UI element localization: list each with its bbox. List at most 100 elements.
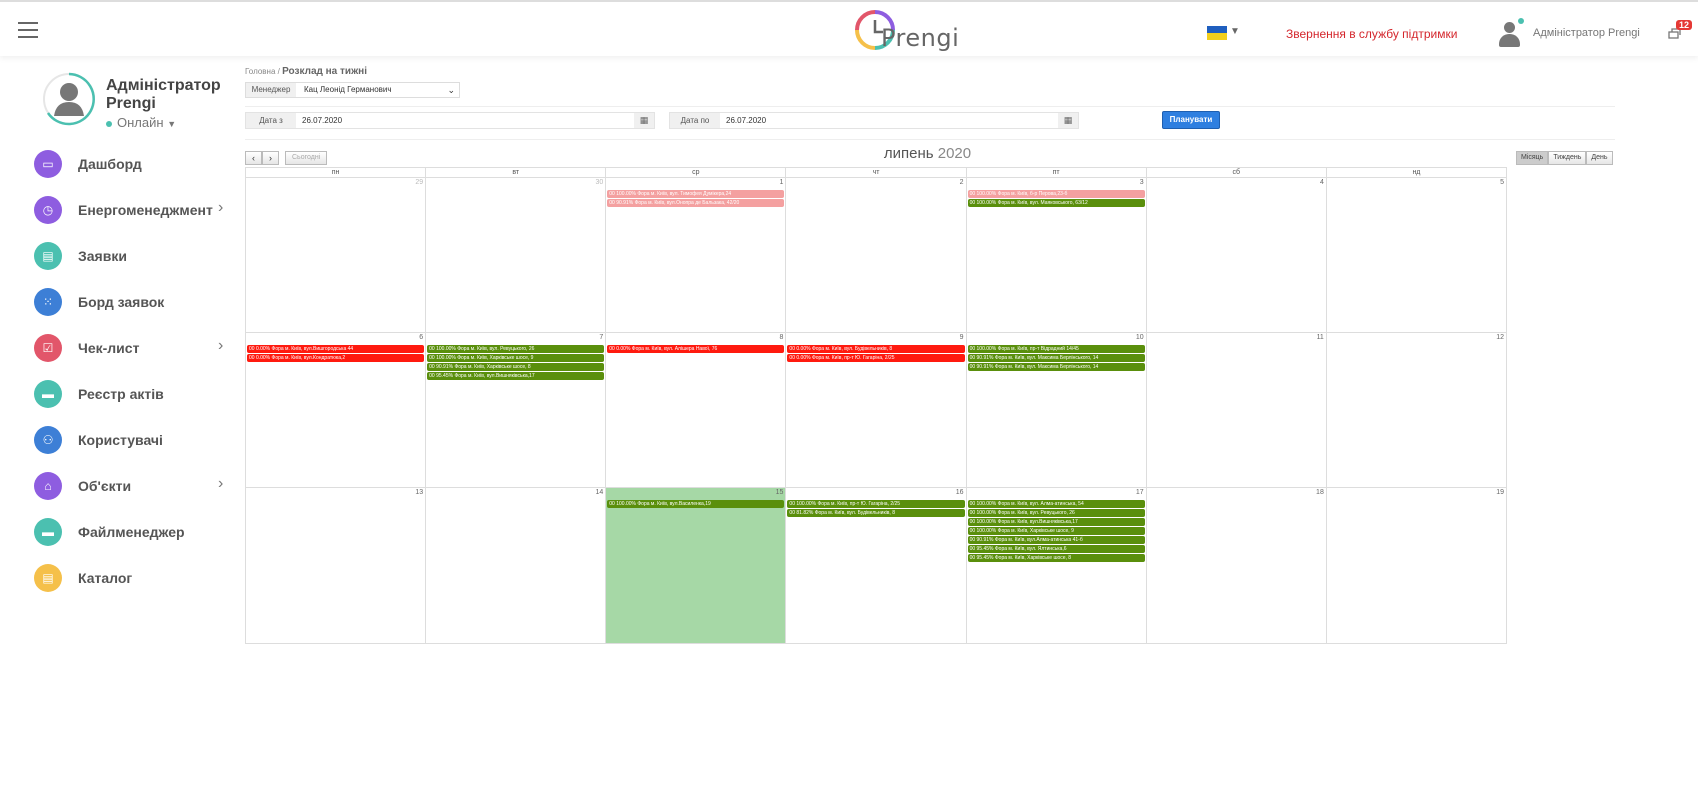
calendar-day[interactable]: 4: [1147, 178, 1327, 332]
calendar-day[interactable]: 13: [246, 488, 427, 643]
calendar-day[interactable]: 30: [426, 178, 607, 332]
chevron-right-icon[interactable]: ›: [218, 199, 223, 217]
profile-status[interactable]: Онлайн ▼: [106, 115, 176, 130]
calendar-day[interactable]: 11: [1147, 333, 1327, 487]
calendar-day[interactable]: 15 00 100.00% Фора м. Київ, вул.Василенка…: [606, 488, 787, 643]
calendar-day[interactable]: 2: [786, 178, 967, 332]
day-number[interactable]: 6: [419, 334, 423, 341]
calendar-day[interactable]: 6 00 0.00% Фора м. Київ, вул.Вишгородська…: [246, 333, 427, 487]
sidebar-item[interactable]: ▬ Реєстр актів: [34, 379, 234, 409]
day-number[interactable]: 16: [956, 489, 964, 496]
calendar-day[interactable]: 1 00 100.00% Фора м. Київ, вул. Тимофея Д…: [606, 178, 787, 332]
sidebar-item[interactable]: ⚇ Користувачі: [34, 425, 234, 455]
calendar-event[interactable]: 00 0.00% Фора м. Київ, вул.Кондратюка,2: [247, 354, 425, 362]
calendar-day[interactable]: 12: [1327, 333, 1506, 487]
chevron-right-icon[interactable]: ›: [218, 337, 223, 355]
day-number[interactable]: 1: [780, 179, 784, 186]
sidebar-item[interactable]: ⌂ Об'єкти ›: [34, 471, 234, 501]
calendar-day[interactable]: 9 00 0.00% Фора м. Київ, вул. Будівельник…: [786, 333, 967, 487]
user-name[interactable]: Адміністратор Prengi: [1533, 27, 1640, 39]
day-number[interactable]: 11: [1317, 334, 1324, 341]
language-caret-icon[interactable]: ▼: [1230, 26, 1240, 37]
calendar-event[interactable]: 00 100.00% Фора м. Київ, вул. Ревуцького…: [427, 345, 605, 353]
sidebar-item[interactable]: ☑ Чек-лист ›: [34, 333, 234, 363]
support-link[interactable]: Звернення в службу підтримки: [1286, 27, 1457, 41]
calendar-event[interactable]: 00 100.00% Фора м. Київ, вул. Маяковсько…: [967, 199, 1145, 207]
view-month-button[interactable]: Місяць: [1516, 151, 1549, 165]
manager-select[interactable]: Менеджер Кац Леонід Германович ⌄: [245, 82, 460, 98]
date-from-field[interactable]: Дата з 26.07.2020 ▦: [245, 112, 655, 129]
day-number[interactable]: 12: [1496, 334, 1504, 341]
day-number[interactable]: 8: [780, 334, 784, 341]
user-avatar[interactable]: [1497, 18, 1524, 48]
calendar-icon[interactable]: ▦: [1058, 113, 1078, 128]
calendar-event[interactable]: 00 100.00% Фора м. Київ, Харківське шосе…: [967, 527, 1145, 535]
calendar-event[interactable]: 00 90.91% Фора м. Київ, вул. Максима Бер…: [967, 354, 1145, 362]
calendar-day[interactable]: 17 00 100.00% Фора м. Київ, вул. Алма-ати…: [967, 488, 1147, 643]
calendar-day[interactable]: 7 00 100.00% Фора м. Київ, вул. Ревуцьког…: [426, 333, 607, 487]
day-number[interactable]: 5: [1500, 179, 1504, 186]
day-number[interactable]: 18: [1316, 489, 1324, 496]
day-number[interactable]: 7: [599, 334, 603, 341]
date-to-input[interactable]: 26.07.2020: [720, 113, 1058, 128]
calendar-event[interactable]: 00 100.00% Фора м. Київ, вул. Алма-атинс…: [967, 500, 1145, 508]
chevron-down-icon[interactable]: ⌄: [447, 83, 455, 97]
calendar-day[interactable]: 5: [1327, 178, 1506, 332]
calendar-day[interactable]: 3 00 100.00% Фора м. Київ, б-р Перова,23-…: [967, 178, 1147, 332]
calendar-event[interactable]: 00 95.45% Фора м. Київ, Харківське шосе,…: [967, 554, 1145, 562]
sidebar-item[interactable]: ▤ Заявки: [34, 241, 234, 271]
sidebar-item[interactable]: ▭ Дашборд: [34, 149, 234, 179]
ukraine-flag-icon[interactable]: [1207, 26, 1227, 40]
calendar-event[interactable]: 00 100.00% Фора м. Київ, вул. Ревуцького…: [967, 509, 1145, 517]
day-number[interactable]: 3: [1140, 179, 1144, 186]
calendar-day[interactable]: 10 00 100.00% Фора м. Київ, пр-т Відрадни…: [967, 333, 1147, 487]
day-number[interactable]: 9: [960, 334, 964, 341]
calendar-event[interactable]: 00 100.00% Фора м. Київ, вул.Вишняківськ…: [967, 518, 1145, 526]
menu-icon[interactable]: [18, 22, 38, 38]
calendar-event[interactable]: 00 90.91% Фора м. Київ, вул. Максима Бер…: [967, 363, 1145, 371]
view-day-button[interactable]: День: [1586, 151, 1613, 165]
day-number[interactable]: 13: [415, 489, 423, 496]
calendar-event[interactable]: 00 100.00% Фора м. Київ, пр-т Відрадний …: [967, 345, 1145, 353]
calendar-event[interactable]: 00 0.00% Фора м. Київ, вул. Алішера Наво…: [607, 345, 785, 353]
day-number[interactable]: 17: [1136, 489, 1144, 496]
day-number[interactable]: 10: [1136, 334, 1144, 341]
calendar-event[interactable]: 00 90.91% Фора м. Київ, Харківське шосе,…: [427, 363, 605, 371]
day-number[interactable]: 4: [1320, 179, 1324, 186]
date-from-input[interactable]: 26.07.2020: [296, 113, 634, 128]
calendar-event[interactable]: 00 0.00% Фора м. Київ, вул. Будівельникі…: [787, 345, 965, 353]
day-number[interactable]: 29: [415, 179, 423, 186]
sidebar-item[interactable]: ▬ Файлменеджер: [34, 517, 234, 547]
view-week-button[interactable]: Тиждень: [1548, 151, 1587, 165]
calendar-day[interactable]: 18: [1147, 488, 1327, 643]
plan-button[interactable]: Планувати: [1162, 111, 1220, 129]
calendar-day[interactable]: 29: [246, 178, 427, 332]
calendar-event[interactable]: 00 100.00% Фора м. Київ, пр-т Ю. Гагарін…: [787, 500, 965, 508]
sidebar-item[interactable]: ◷ Енергоменеджмент ›: [34, 195, 234, 225]
calendar-day[interactable]: 16 00 100.00% Фора м. Київ, пр-т Ю. Гагар…: [786, 488, 967, 643]
day-number[interactable]: 15: [776, 489, 784, 496]
day-number[interactable]: 14: [595, 489, 603, 496]
breadcrumb-home[interactable]: Головна: [245, 67, 275, 76]
day-number[interactable]: 2: [960, 179, 964, 186]
manager-value[interactable]: Кац Леонід Германович: [304, 85, 392, 94]
sidebar-item[interactable]: ⁙ Борд заявок: [34, 287, 234, 317]
calendar-day[interactable]: 8 00 0.00% Фора м. Київ, вул. Алішера Нав…: [606, 333, 787, 487]
calendar-event[interactable]: 00 81.82% Фора м. Київ, вул. Будівельник…: [787, 509, 965, 517]
calendar-event[interactable]: 00 100.00% Фора м. Київ, б-р Перова,23-б: [967, 190, 1145, 198]
calendar-day[interactable]: 19: [1327, 488, 1506, 643]
calendar-event[interactable]: 00 95.45% Фора м. Київ, вул. Ялтинська,6: [967, 545, 1145, 553]
calendar-event[interactable]: 00 0.00% Фора м. Київ, вул.Вишгородська …: [247, 345, 425, 353]
chevron-right-icon[interactable]: ›: [218, 475, 223, 493]
calendar-event[interactable]: 00 100.00% Фора м. Київ, вул. Тимофея Ду…: [607, 190, 785, 198]
calendar-event[interactable]: 00 100.00% Фора м. Київ, Харківське шосе…: [427, 354, 605, 362]
calendar-event[interactable]: 00 90.91% Фора м. Київ, вул.Онопра де Ба…: [607, 199, 785, 207]
calendar-icon[interactable]: ▦: [634, 113, 654, 128]
sidebar-item[interactable]: ▤ Каталог: [34, 563, 234, 593]
date-to-field[interactable]: Дата по 26.07.2020 ▦: [669, 112, 1079, 129]
calendar-event[interactable]: 00 0.00% Фора м. Київ, пр-т Ю. Гагаріна,…: [787, 354, 965, 362]
day-number[interactable]: 19: [1496, 489, 1504, 496]
calendar-event[interactable]: 00 100.00% Фора м. Київ, вул.Василенка,1…: [607, 500, 785, 508]
profile-avatar[interactable]: [42, 72, 96, 126]
calendar-event[interactable]: 00 90.91% Фора м. Київ, вул.Алма-атинськ…: [967, 536, 1145, 544]
